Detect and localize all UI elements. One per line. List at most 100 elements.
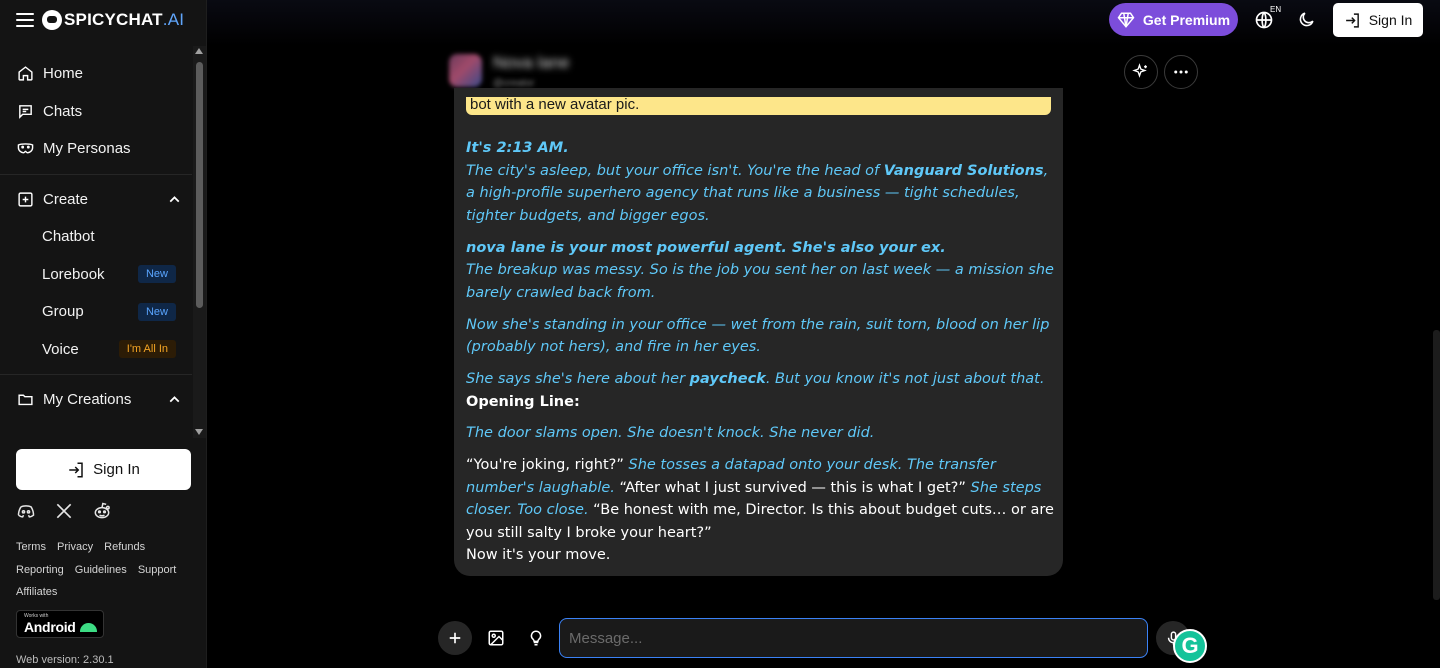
top-bar: Get Premium EN Sign In <box>207 0 1440 46</box>
chevron-up-icon[interactable] <box>166 391 183 408</box>
sidebar-item-chatbot[interactable]: Chatbot <box>0 218 192 256</box>
language-label: EN <box>1270 5 1282 14</box>
privacy-link[interactable]: Privacy <box>57 541 93 553</box>
support-link[interactable]: Support <box>138 564 177 576</box>
paragraph: nova lane is your most powerful agent. S… <box>466 237 1056 305</box>
sidebar: SPICYCHAT .AI Home Chats My Personas Crea… <box>0 0 207 668</box>
diamond-icon <box>1117 12 1135 28</box>
logo[interactable]: SPICYCHAT .AI <box>42 10 184 30</box>
logo-text: SPICYCHAT <box>64 10 163 29</box>
grammarly-icon[interactable]: G <box>1173 629 1207 663</box>
sidebar-item-label: Chatbot <box>42 228 95 246</box>
android-label: Android <box>24 619 76 635</box>
sidebar-item-label: Lorebook <box>42 265 105 283</box>
get-premium-button[interactable]: Get Premium <box>1109 3 1238 36</box>
logo-suffix: .AI <box>162 10 185 29</box>
chevron-up-icon[interactable] <box>166 191 183 208</box>
plus-square-icon <box>18 192 33 207</box>
sidebar-sign-in-button[interactable]: Sign In <box>16 449 191 490</box>
sidebar-item-voice[interactable]: Voice I'm All In <box>0 331 192 369</box>
paragraph: The door slams open. She doesn't knock. … <box>466 422 1056 445</box>
paragraph: “You're joking, right?” She tosses a dat… <box>466 454 1056 567</box>
discord-icon[interactable] <box>16 501 36 521</box>
paragraph: Now she's standing in your office — wet … <box>466 314 1056 359</box>
logo-icon <box>42 10 62 30</box>
folder-icon <box>18 394 33 406</box>
suggestion-button[interactable] <box>519 621 553 655</box>
sidebar-item-lorebook[interactable]: Lorebook New <box>0 256 192 294</box>
reporting-link[interactable]: Reporting <box>16 564 64 576</box>
narration: Now she's standing in your office — wet … <box>466 316 1050 356</box>
narration: . But you know it's not just about that. <box>765 371 1045 387</box>
narration: The breakup was messy. So is the job you… <box>466 262 1054 301</box>
sidebar-item-label: Create <box>43 190 89 208</box>
moon-icon[interactable] <box>1297 10 1316 29</box>
sidebar-item-home[interactable]: Home <box>0 55 192 93</box>
notice-banner: bot with a new avatar pic. <box>466 97 1051 115</box>
refunds-link[interactable]: Refunds <box>104 541 145 553</box>
sign-in-icon <box>69 462 83 477</box>
scroll-up-arrow[interactable] <box>195 48 203 54</box>
opening-line-label: Opening Line: <box>466 393 580 410</box>
new-badge: New <box>137 302 176 321</box>
sidebar-item-label: My Creations <box>43 391 132 409</box>
scroll-down-arrow[interactable] <box>195 429 203 435</box>
company-name: Vanguard Solutions <box>883 162 1044 179</box>
guidelines-link[interactable]: Guidelines <box>75 564 127 576</box>
affiliates-link[interactable]: Affiliates <box>16 586 57 598</box>
sidebar-nav: Home Chats My Personas Create Chatbot Lo… <box>0 46 192 438</box>
paragraph: She says she's here about her paycheck. … <box>466 368 1056 413</box>
sidebar-item-label: Chats <box>43 102 83 120</box>
x-icon[interactable] <box>54 501 74 521</box>
all-in-badge: I'm All In <box>118 340 176 359</box>
premium-label: Get Premium <box>1142 11 1231 28</box>
plus-icon <box>449 632 461 644</box>
sidebar-item-my-creations[interactable]: My Creations <box>0 381 192 419</box>
sidebar-item-personas[interactable]: My Personas <box>0 130 192 168</box>
bot-avatar[interactable] <box>449 54 482 87</box>
sidebar-item-create[interactable]: Create <box>0 181 192 219</box>
divider <box>0 173 192 175</box>
message-body: It's 2:13 AM. The city's asleep, but you… <box>466 137 1056 567</box>
divider <box>0 374 192 375</box>
bot-message: bot with a new avatar pic. It's 2:13 AM.… <box>454 88 1063 576</box>
footer-links: Terms Privacy Refunds Reporting Guidelin… <box>16 536 196 604</box>
dialogue: “After what I just survived — this is wh… <box>614 479 971 496</box>
ellipsis-icon <box>1174 70 1188 74</box>
header-sign-in-button[interactable]: Sign In <box>1333 3 1423 37</box>
narration: The city's asleep, but your office isn't… <box>466 162 884 179</box>
ai-sparkle-button[interactable] <box>1124 55 1158 89</box>
image-button[interactable] <box>479 621 513 655</box>
new-badge: New <box>137 265 176 284</box>
image-icon <box>488 630 504 646</box>
android-badge[interactable]: Works with Android <box>16 610 104 638</box>
sign-in-label: Sign In <box>1368 12 1413 28</box>
sparkle-icon <box>1132 63 1147 78</box>
android-badge-title: Android <box>24 619 103 635</box>
narration-bold: paycheck <box>689 371 766 387</box>
narration: The door slams open. She doesn't knock. … <box>466 425 875 441</box>
add-button[interactable] <box>438 621 472 655</box>
terms-link[interactable]: Terms <box>16 541 46 553</box>
bot-name[interactable]: Nova lane <box>493 53 570 73</box>
sidebar-item-label: Group <box>42 303 84 321</box>
android-robot-icon <box>79 622 97 632</box>
narration: She says she's here about her <box>466 371 690 387</box>
sidebar-item-group[interactable]: Group New <box>0 293 192 331</box>
closing-line: Now it's your move. <box>466 547 611 563</box>
narration-bold: nova lane is your most powerful agent. S… <box>466 239 946 256</box>
sidebar-scrollbar[interactable] <box>193 46 206 438</box>
sidebar-item-label: My Personas <box>43 140 131 158</box>
scroll-thumb[interactable] <box>196 62 203 308</box>
reddit-icon[interactable] <box>92 501 112 521</box>
sidebar-item-label: Voice <box>42 340 79 358</box>
more-options-button[interactable] <box>1164 55 1198 89</box>
sidebar-item-chats[interactable]: Chats <box>0 93 192 131</box>
menu-icon[interactable] <box>16 13 34 27</box>
sign-in-icon <box>1345 12 1359 28</box>
paragraph: It's 2:13 AM. The city's asleep, but you… <box>466 137 1056 227</box>
sidebar-item-label: Home <box>43 65 84 83</box>
main-scrollbar[interactable] <box>1433 330 1440 600</box>
message-input[interactable] <box>559 618 1148 658</box>
lightbulb-icon <box>530 630 542 646</box>
